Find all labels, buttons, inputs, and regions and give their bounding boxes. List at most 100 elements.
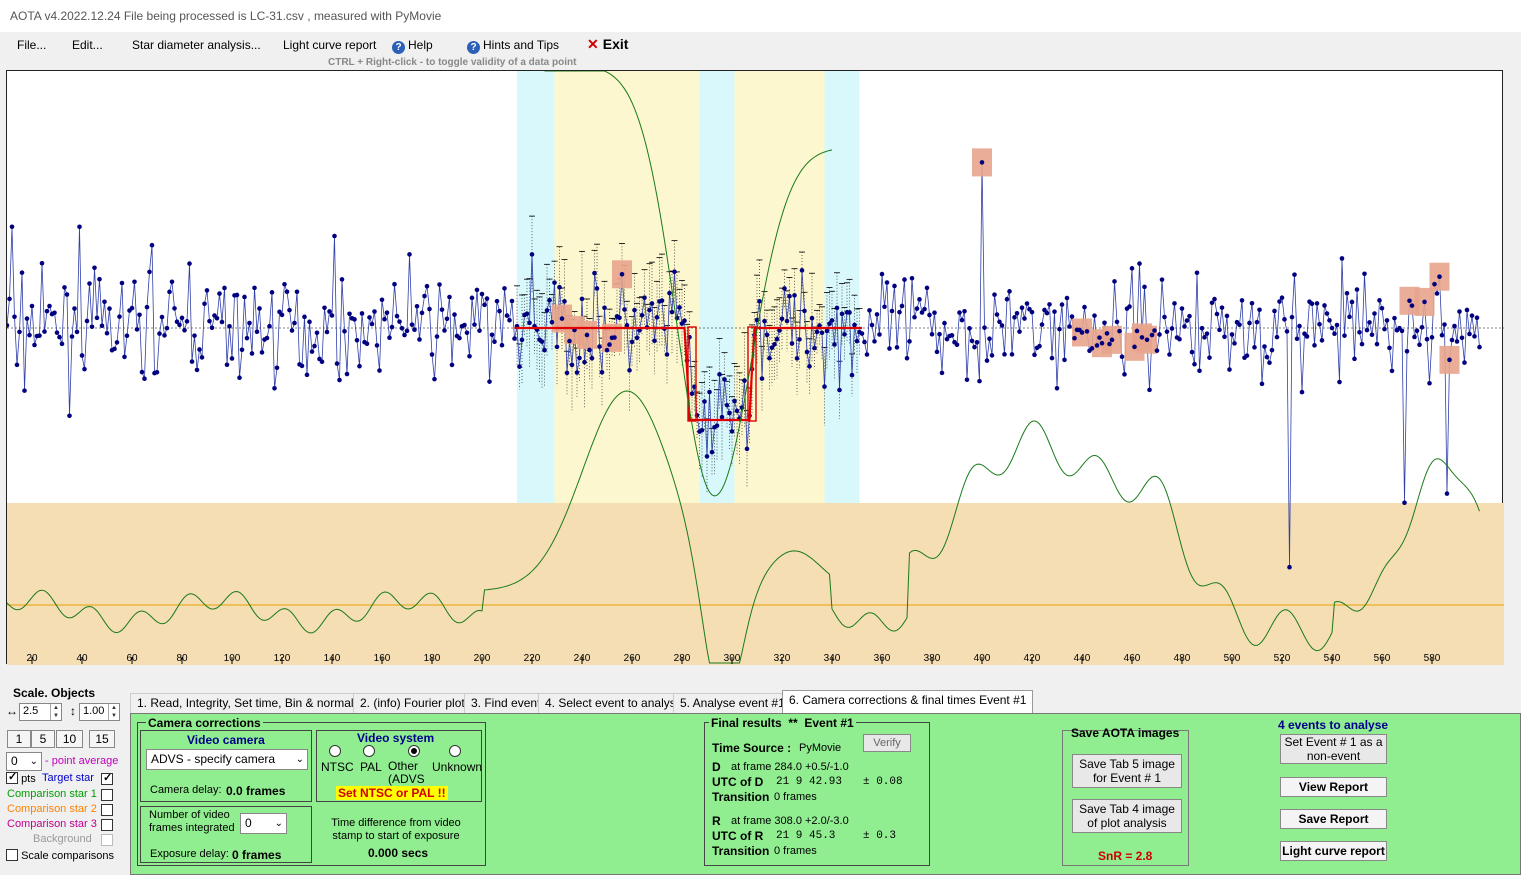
data-point — [1452, 323, 1457, 329]
tab-select-event[interactable]: 4. Select event to analyse — [538, 693, 690, 713]
zoom-10-button[interactable]: 10 — [56, 730, 83, 748]
data-point — [344, 371, 350, 377]
data-point — [862, 339, 867, 345]
data-point — [1129, 266, 1135, 271]
checkbox-icon[interactable] — [101, 819, 113, 831]
tab-camera-corrections[interactable]: 6. Camera corrections & final times Even… — [782, 690, 1034, 713]
data-point — [1332, 331, 1337, 337]
scale-comparisons-checkbox[interactable]: Scale comparisons — [6, 849, 114, 862]
point-average-select[interactable]: 0 ⌄ — [6, 752, 42, 771]
menu-exit[interactable]: ✕ Exit — [587, 36, 628, 53]
data-point — [707, 389, 712, 395]
menu-light-curve-report[interactable]: Light curve report — [283, 38, 376, 52]
scale-spinner[interactable]: 2.5 ▲ ▼ — [19, 703, 62, 721]
zoom-5-button[interactable]: 5 — [31, 730, 55, 748]
data-point — [1402, 500, 1407, 506]
radio-selected-icon[interactable] — [408, 745, 420, 757]
radio-icon[interactable] — [363, 745, 375, 757]
zoom-1-button[interactable]: 1 — [7, 730, 31, 748]
x-tick-label: 560 — [1374, 653, 1391, 664]
pts-checkbox[interactable]: pts — [6, 770, 36, 785]
data-point — [137, 312, 142, 318]
data-point — [339, 277, 345, 282]
spinner-arrows-icon[interactable]: ▲ ▼ — [50, 704, 61, 720]
x-tick-label: 580 — [1424, 653, 1441, 664]
tab-fourier-plot[interactable]: 2. (info) Fourier plot — [353, 693, 472, 713]
menu-help[interactable]: ? Help — [392, 38, 433, 54]
final-results-title: Final results ** Event #1 — [709, 716, 856, 730]
comp-star-2-label: Comparison star 2 — [7, 803, 97, 815]
checkbox-checked-icon[interactable] — [6, 770, 18, 784]
radio-pal[interactable] — [363, 745, 375, 760]
data-point — [329, 313, 335, 318]
comp-star-2-checkbox[interactable] — [101, 803, 113, 817]
save-tab5-image-button[interactable]: Save Tab 5 image for Event # 1 — [1072, 754, 1182, 788]
data-point — [1004, 296, 1010, 302]
data-point — [487, 379, 492, 384]
objects-spinner[interactable]: 1.00 ▲ ▼ — [79, 703, 120, 721]
frames-integrated-select[interactable]: 0 ⌄ — [240, 813, 287, 834]
save-report-button[interactable]: Save Report — [1280, 809, 1387, 829]
target-star-checkbox[interactable] — [101, 771, 113, 786]
tab-read-integrity[interactable]: 1. Read, Integrity, Set time, Bin & norm… — [130, 693, 376, 713]
comp-star-3-checkbox[interactable] — [101, 818, 113, 832]
data-point — [812, 345, 817, 351]
radio-icon[interactable] — [449, 745, 461, 757]
data-point — [1359, 341, 1365, 347]
menu-file[interactable]: File... — [17, 38, 46, 52]
set-non-event-button[interactable]: Set Event # 1 as a non-event — [1280, 734, 1387, 764]
scale-comparisons-label: Scale comparisons — [21, 850, 114, 862]
data-point — [717, 372, 722, 377]
x-tick-label: 400 — [974, 653, 991, 664]
checkbox-icon[interactable] — [101, 789, 113, 801]
data-point — [62, 285, 67, 290]
data-point — [1137, 261, 1142, 266]
menu-hints[interactable]: ? Hints and Tips — [467, 38, 559, 54]
data-point — [924, 285, 930, 291]
x-tick-label: 240 — [574, 653, 591, 664]
light-curve-svg[interactable]: 20 40 60 80 100 120 140 160 180 200 220 240 260 280 30… — [7, 71, 1504, 665]
data-point — [499, 342, 505, 348]
radio-ntsc[interactable] — [329, 745, 341, 760]
data-point — [807, 364, 812, 369]
radio-unknown[interactable] — [449, 745, 461, 760]
data-point — [1104, 331, 1110, 336]
checkbox-icon[interactable] — [6, 849, 18, 861]
data-point — [589, 355, 595, 361]
data-point — [334, 361, 340, 366]
data-point — [314, 330, 320, 336]
data-point — [597, 344, 602, 349]
checkbox-checked-icon[interactable] — [101, 771, 113, 785]
radio-icon[interactable] — [329, 745, 341, 757]
data-point — [482, 302, 487, 308]
data-point — [1377, 298, 1382, 303]
menu-edit[interactable]: Edit... — [72, 38, 103, 52]
data-point — [447, 294, 452, 300]
x-tick-label: 300 — [724, 653, 741, 664]
data-point — [54, 330, 60, 335]
light-curve-report-button[interactable]: Light curve report — [1280, 841, 1387, 861]
data-point — [1342, 333, 1347, 338]
comp-star-1-checkbox[interactable] — [101, 788, 113, 802]
data-point — [1447, 357, 1452, 363]
data-point — [202, 301, 207, 307]
data-point — [562, 299, 567, 304]
spinner-arrows-icon[interactable]: ▲ ▼ — [108, 704, 119, 720]
camera-corrections-title: Camera corrections — [146, 716, 263, 730]
x-tick-label: 480 — [1174, 653, 1191, 664]
light-curve-plot[interactable]: 20 40 60 80 100 120 140 160 180 200 220 240 260 280 30… — [6, 70, 1504, 665]
zoom-15-button[interactable]: 15 — [89, 730, 115, 748]
x-tick-label: 360 — [874, 653, 891, 664]
checkbox-icon[interactable] — [101, 804, 113, 816]
menu-star-diameter[interactable]: Star diameter analysis... — [132, 38, 261, 52]
verify-button[interactable]: Verify — [863, 734, 911, 752]
data-point — [904, 355, 910, 361]
camera-select[interactable]: ADVS - specify camera ⌄ — [146, 749, 308, 770]
save-tab4-image-button[interactable]: Save Tab 4 image of plot analysis — [1072, 799, 1182, 833]
data-point — [929, 331, 935, 337]
view-report-button[interactable]: View Report — [1280, 777, 1387, 797]
tab-analyse-event[interactable]: 5. Analyse event #1 — [673, 693, 792, 713]
radio-other[interactable] — [408, 745, 420, 760]
data-point — [1022, 316, 1027, 321]
target-star-label: Target star — [42, 772, 94, 784]
